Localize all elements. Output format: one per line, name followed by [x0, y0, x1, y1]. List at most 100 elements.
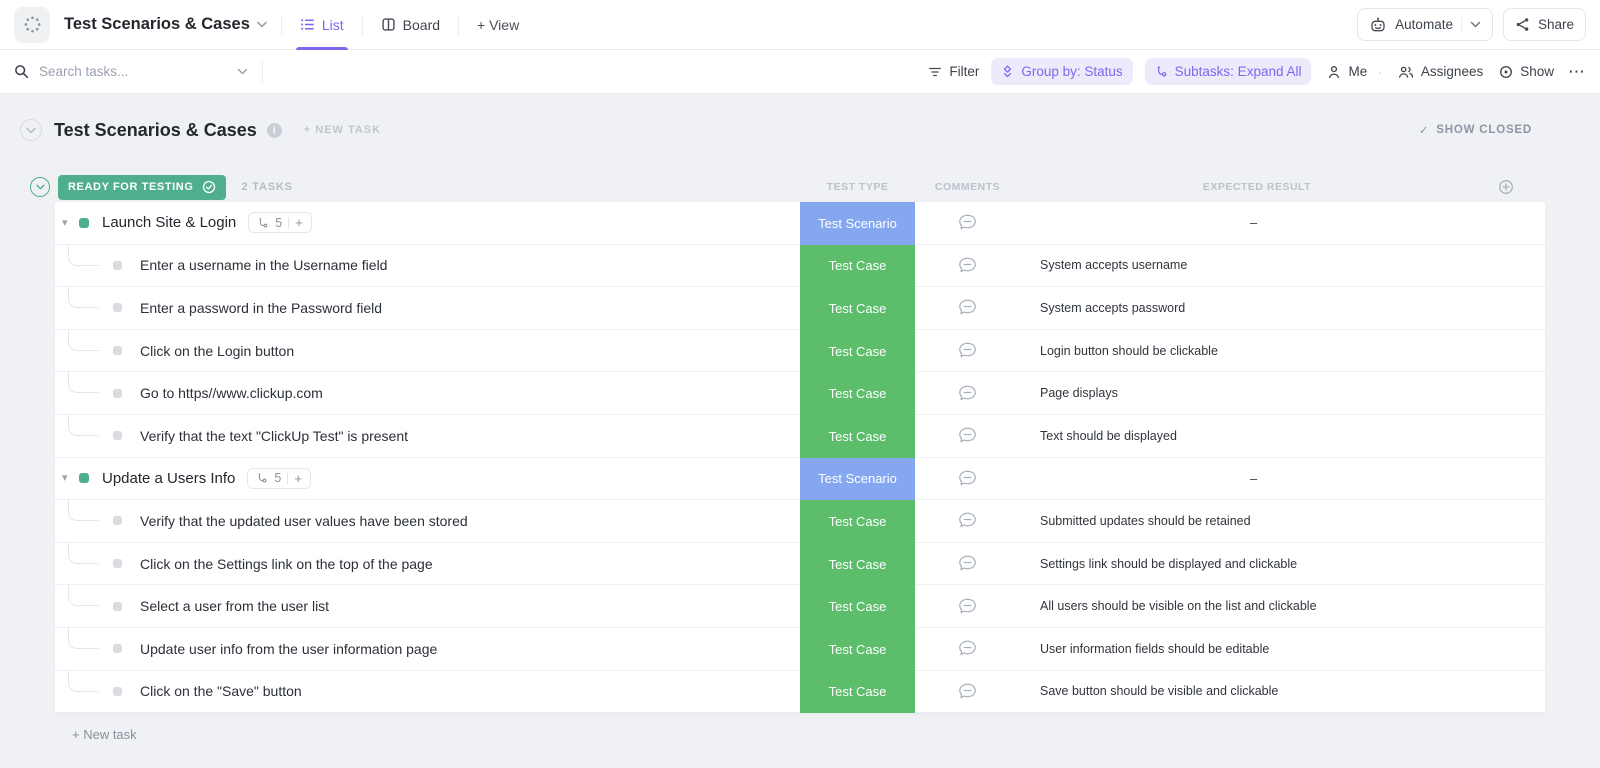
status-square-icon[interactable]	[113, 644, 122, 653]
share-button[interactable]: Share	[1503, 8, 1586, 41]
more-options-button[interactable]: ⋯	[1568, 62, 1586, 82]
task-title[interactable]: Go to https//www.clickup.com	[140, 385, 323, 401]
me-filter-button[interactable]: Me	[1327, 64, 1367, 79]
task-title[interactable]: Verify that the updated user values have…	[140, 513, 468, 529]
info-icon[interactable]: i	[267, 123, 282, 138]
add-subtask-button[interactable]: +	[294, 471, 302, 486]
test-type-badge[interactable]: Test Case	[800, 330, 915, 373]
comments-cell[interactable]	[915, 458, 1020, 501]
add-subtask-button[interactable]: +	[295, 215, 303, 230]
test-type-badge[interactable]: Test Scenario	[800, 202, 915, 245]
task-title[interactable]: Click on the "Save" button	[140, 683, 302, 699]
expected-result-cell[interactable]: User information fields should be editab…	[1020, 628, 1545, 671]
expected-result-cell[interactable]: –	[1020, 202, 1545, 245]
status-square-icon[interactable]	[113, 687, 122, 696]
test-type-badge[interactable]: Test Case	[800, 245, 915, 288]
expected-result-cell[interactable]: Submitted updates should be retained	[1020, 500, 1545, 543]
status-square-icon[interactable]	[79, 218, 89, 228]
column-header-comments[interactable]: COMMENTS	[915, 181, 1020, 193]
task-title[interactable]: Verify that the text "ClickUp Test" is p…	[140, 428, 408, 444]
status-square-icon[interactable]	[113, 431, 122, 440]
task-name-cell[interactable]: Enter a username in the Username field	[55, 245, 800, 288]
subtask-count-pill[interactable]: 5 +	[247, 468, 311, 489]
comments-cell[interactable]	[915, 628, 1020, 671]
task-name-cell[interactable]: ▾ Update a Users Info 5 +	[55, 458, 800, 501]
task-title[interactable]: Select a user from the user list	[140, 598, 329, 614]
comments-cell[interactable]	[915, 330, 1020, 373]
expected-result-cell[interactable]: Login button should be clickable	[1020, 330, 1545, 373]
task-title[interactable]: Click on the Settings link on the top of…	[140, 556, 433, 572]
chevron-down-icon[interactable]	[1470, 21, 1481, 28]
task-title[interactable]: Update a Users Info	[102, 470, 235, 487]
add-column-button[interactable]	[1498, 179, 1514, 195]
search-input[interactable]	[39, 64, 207, 79]
test-type-badge[interactable]: Test Case	[800, 671, 915, 714]
task-title[interactable]: Click on the Login button	[140, 343, 294, 359]
test-type-badge[interactable]: Test Case	[800, 628, 915, 671]
test-type-badge[interactable]: Test Case	[800, 372, 915, 415]
comments-cell[interactable]	[915, 585, 1020, 628]
task-name-cell[interactable]: Update user info from the user informati…	[55, 628, 800, 671]
show-closed-toggle[interactable]: ✓ SHOW CLOSED	[1419, 123, 1532, 137]
task-title[interactable]: Launch Site & Login	[102, 214, 236, 231]
subtasks-button[interactable]: Subtasks: Expand All	[1145, 58, 1312, 85]
collapse-list-button[interactable]	[20, 119, 42, 141]
new-task-button[interactable]: + NEW TASK	[304, 124, 381, 136]
comments-cell[interactable]	[915, 500, 1020, 543]
automate-button[interactable]: Automate	[1357, 8, 1493, 41]
task-name-cell[interactable]: Click on the Settings link on the top of…	[55, 543, 800, 586]
task-name-cell[interactable]: Click on the "Save" button	[55, 671, 800, 714]
show-button[interactable]: Show	[1499, 64, 1554, 79]
status-square-icon[interactable]	[113, 261, 122, 270]
collapse-group-button[interactable]	[30, 177, 50, 197]
status-square-icon[interactable]	[79, 473, 89, 483]
expected-result-cell[interactable]: Text should be displayed	[1020, 415, 1545, 458]
test-type-badge[interactable]: Test Scenario	[800, 458, 915, 501]
chevron-down-icon[interactable]	[237, 68, 248, 75]
test-type-badge[interactable]: Test Case	[800, 500, 915, 543]
tab-list[interactable]: List	[296, 0, 348, 50]
expected-result-cell[interactable]: All users should be visible on the list …	[1020, 585, 1545, 628]
status-badge[interactable]: READY FOR TESTING	[58, 175, 226, 200]
task-name-cell[interactable]: Go to https//www.clickup.com	[55, 372, 800, 415]
test-type-badge[interactable]: Test Case	[800, 543, 915, 586]
status-square-icon[interactable]	[113, 303, 122, 312]
task-title[interactable]: Update user info from the user informati…	[140, 641, 437, 657]
task-name-cell[interactable]: ▾ Launch Site & Login 5 +	[55, 202, 800, 245]
status-square-icon[interactable]	[113, 559, 122, 568]
comments-cell[interactable]	[915, 287, 1020, 330]
test-type-badge[interactable]: Test Case	[800, 415, 915, 458]
assignees-button[interactable]: Assignees	[1398, 64, 1483, 79]
expected-result-cell[interactable]: System accepts username	[1020, 245, 1545, 288]
task-name-cell[interactable]: Click on the Login button	[55, 330, 800, 373]
status-square-icon[interactable]	[113, 389, 122, 398]
column-header-test-type[interactable]: TEST TYPE	[800, 181, 915, 193]
tab-board[interactable]: Board	[377, 0, 444, 50]
expected-result-cell[interactable]: Page displays	[1020, 372, 1545, 415]
test-type-badge[interactable]: Test Case	[800, 287, 915, 330]
task-name-cell[interactable]: Verify that the updated user values have…	[55, 500, 800, 543]
task-title[interactable]: Enter a username in the Username field	[140, 257, 387, 273]
expected-result-cell[interactable]: Settings link should be displayed and cl…	[1020, 543, 1545, 586]
test-type-badge[interactable]: Test Case	[800, 585, 915, 628]
filter-button[interactable]: Filter	[928, 64, 979, 79]
expected-result-cell[interactable]: Save button should be visible and clicka…	[1020, 671, 1545, 714]
expected-result-cell[interactable]: System accepts password	[1020, 287, 1545, 330]
group-by-button[interactable]: Group by: Status	[991, 58, 1132, 85]
add-task-button[interactable]: + New task	[72, 727, 1600, 742]
comments-cell[interactable]	[915, 202, 1020, 245]
status-square-icon[interactable]	[113, 516, 122, 525]
comments-cell[interactable]	[915, 543, 1020, 586]
subtask-count-pill[interactable]: 5 +	[248, 212, 312, 233]
task-name-cell[interactable]: Verify that the text "ClickUp Test" is p…	[55, 415, 800, 458]
expected-result-cell[interactable]: –	[1020, 458, 1545, 501]
task-title[interactable]: Enter a password in the Password field	[140, 300, 382, 316]
comments-cell[interactable]	[915, 245, 1020, 288]
task-name-cell[interactable]: Enter a password in the Password field	[55, 287, 800, 330]
add-view-button[interactable]: + View	[473, 0, 523, 50]
status-square-icon[interactable]	[113, 346, 122, 355]
list-avatar[interactable]	[14, 7, 50, 43]
comments-cell[interactable]	[915, 372, 1020, 415]
task-name-cell[interactable]: Select a user from the user list	[55, 585, 800, 628]
expand-chevron-icon[interactable]: ▾	[62, 216, 68, 229]
